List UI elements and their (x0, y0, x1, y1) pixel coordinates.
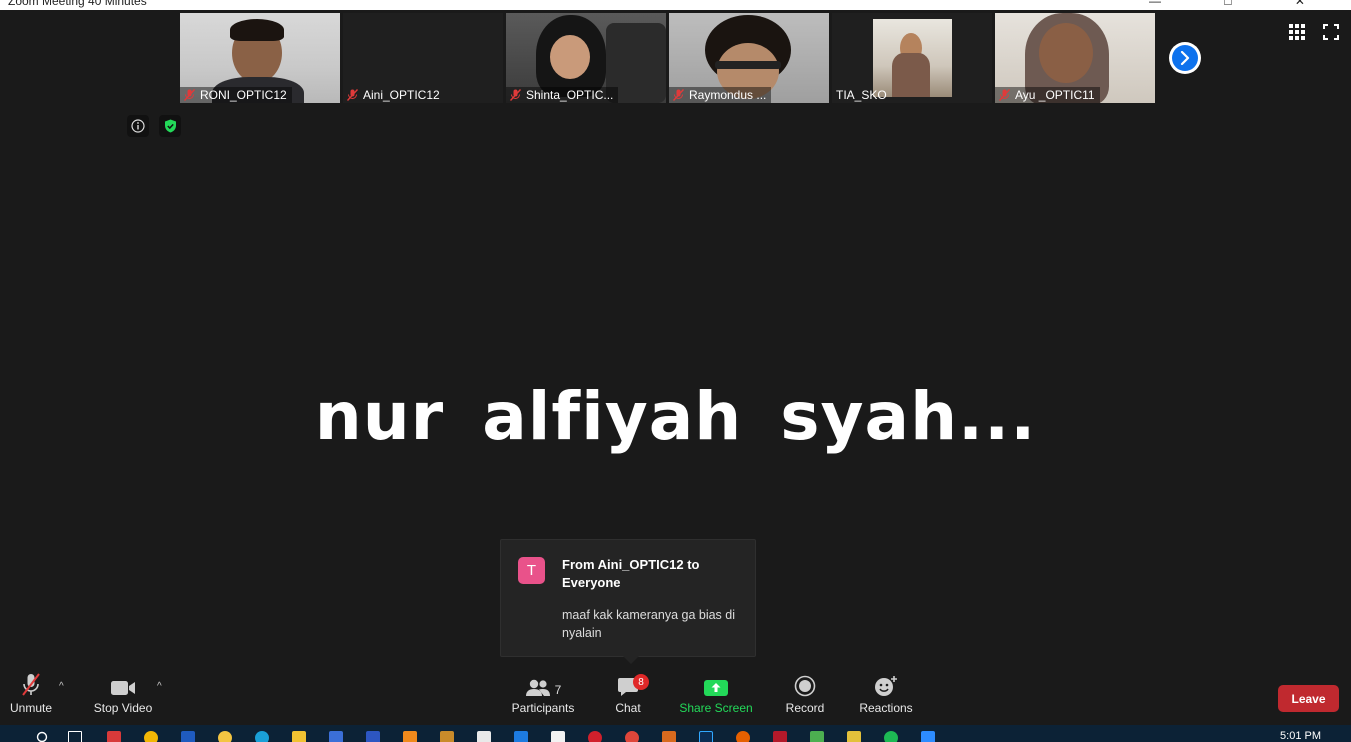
participant-count: 7 (554, 683, 562, 697)
chat-unread-badge: 8 (633, 674, 649, 690)
next-page-button[interactable] (1169, 42, 1201, 74)
participants-icon-wrap: 7 (525, 671, 562, 701)
chat-notification-toast[interactable]: T From Aini_OPTIC12 to Everyone maaf kak… (500, 539, 756, 664)
participant-tile-shinta[interactable]: Shinta_OPTIC... (506, 13, 666, 103)
gallery-view-icon[interactable] (1289, 24, 1305, 40)
participant-name: RONI_OPTIC12 (200, 88, 287, 102)
sender-avatar: T (518, 557, 545, 584)
app-icon-green[interactable] (810, 731, 824, 742)
leave-meeting-button[interactable]: Leave (1278, 685, 1339, 712)
meeting-info-icon[interactable] (127, 115, 149, 137)
audio-options-caret-icon[interactable]: ^ (59, 681, 64, 692)
stop-video-label: Stop Video (93, 701, 153, 715)
video-options-caret-icon[interactable]: ^ (157, 681, 162, 692)
app-icon-yellow[interactable] (144, 731, 158, 742)
participant-name: Shinta_OPTIC... (526, 88, 614, 102)
participant-nameplate: RONI_OPTIC12 (180, 87, 292, 103)
photoshop-icon[interactable] (699, 731, 713, 742)
participant-nameplate: Ayu _OPTIC11 (995, 87, 1100, 103)
edge-browser-icon[interactable] (255, 731, 269, 742)
app-icon-sun[interactable] (218, 731, 232, 742)
participants-label: Participants (511, 701, 575, 715)
unmute-label: Unmute (9, 701, 53, 715)
chat-sender-line: From Aini_OPTIC12 to Everyone (562, 557, 700, 590)
participant-tile-roni[interactable]: RONI_OPTIC12 (180, 13, 340, 103)
muted-mic-icon (999, 89, 1010, 101)
file-explorer-icon[interactable] (292, 731, 306, 742)
participant-tile-raymondus[interactable]: Raymondus ... (669, 13, 829, 103)
stop-video-button[interactable]: Stop Video (94, 671, 152, 725)
participant-tile-tia[interactable]: TIA_SKO (832, 13, 992, 103)
participant-nameplate: Shinta_OPTIC... (506, 87, 619, 103)
share-screen-button[interactable]: Share Screen (679, 671, 753, 725)
reactions-label: Reactions (859, 701, 913, 715)
chat-label: Chat (615, 701, 641, 715)
vlc-icon[interactable] (403, 731, 417, 742)
window-title: Zoom Meeting 40 Minutes (8, 0, 147, 8)
gift-app-icon[interactable] (107, 731, 121, 742)
chevron-right-icon (1172, 45, 1198, 71)
record-label: Record (785, 701, 825, 715)
app-icon-orange[interactable] (662, 731, 676, 742)
opera-icon[interactable] (588, 731, 602, 742)
store-icon[interactable] (477, 731, 491, 742)
participant-name: TIA_SKO (836, 88, 887, 102)
meeting-toolbar: Unmute ^ Stop Video ^ 7 Participants 8 C… (0, 671, 1351, 725)
active-speaker-name: nur alfiyah syah... (314, 378, 1037, 455)
chat-message-text: maaf kak kameranya ga bias di nyalain (562, 608, 736, 640)
participant-name: Ayu _OPTIC11 (1015, 88, 1095, 102)
participant-nameplate: Raymondus ... (669, 87, 772, 103)
muted-mic-icon (673, 89, 684, 101)
participant-name: Aini_OPTIC12 (363, 88, 440, 102)
muted-mic-icon (347, 89, 358, 101)
participant-nameplate: Aini_OPTIC12 (343, 87, 445, 103)
window-controls[interactable]: — □ ✕ (1149, 0, 1335, 8)
app-icon-blue[interactable] (181, 731, 195, 742)
share-screen-icon (703, 671, 729, 701)
participant-nameplate: TIA_SKO (832, 87, 892, 103)
record-icon (794, 671, 816, 701)
chat-icon-wrap: 8 (617, 671, 649, 701)
app-icon-blue-3[interactable] (366, 731, 380, 742)
firefox-icon[interactable] (736, 731, 750, 742)
mail-icon[interactable] (514, 731, 528, 742)
video-camera-icon (110, 671, 136, 701)
muted-mic-icon (184, 89, 195, 101)
participant-tile-ayu[interactable]: Ayu _OPTIC11 (995, 13, 1155, 103)
window-title-bar: Zoom Meeting 40 Minutes — □ ✕ (0, 0, 1351, 10)
chrome-icon[interactable] (625, 731, 639, 742)
spotify-icon[interactable] (884, 731, 898, 742)
reactions-button[interactable]: Reactions (859, 671, 913, 725)
participant-tile-aini[interactable]: Aini_OPTIC12 (343, 13, 503, 103)
participant-name: Raymondus ... (689, 88, 767, 102)
share-screen-label: Share Screen (679, 701, 753, 715)
system-clock: 5:01 PM (1280, 730, 1321, 742)
participants-button[interactable]: 7 Participants (511, 671, 575, 725)
fullscreen-icon[interactable] (1323, 24, 1339, 40)
encryption-shield-icon[interactable] (159, 115, 181, 137)
app-icon-blue-2[interactable] (329, 731, 343, 742)
muted-microphone-icon (21, 671, 41, 701)
participants-icon (525, 679, 550, 696)
chat-button[interactable]: 8 Chat (612, 671, 649, 725)
zoom-app-icon[interactable] (921, 731, 935, 742)
app-icon-brown[interactable] (440, 731, 454, 742)
search-icon[interactable] (36, 731, 50, 742)
app-icon-red[interactable] (773, 731, 787, 742)
smiley-add-icon (874, 671, 898, 701)
record-button[interactable]: Record (785, 671, 825, 725)
os-taskbar: 5:01 PM (0, 725, 1351, 742)
app-icon-gold[interactable] (847, 731, 861, 742)
unmute-button[interactable]: Unmute (8, 671, 54, 725)
muted-mic-icon (510, 89, 521, 101)
task-view-icon[interactable] (68, 731, 82, 742)
document-icon[interactable] (551, 731, 565, 742)
